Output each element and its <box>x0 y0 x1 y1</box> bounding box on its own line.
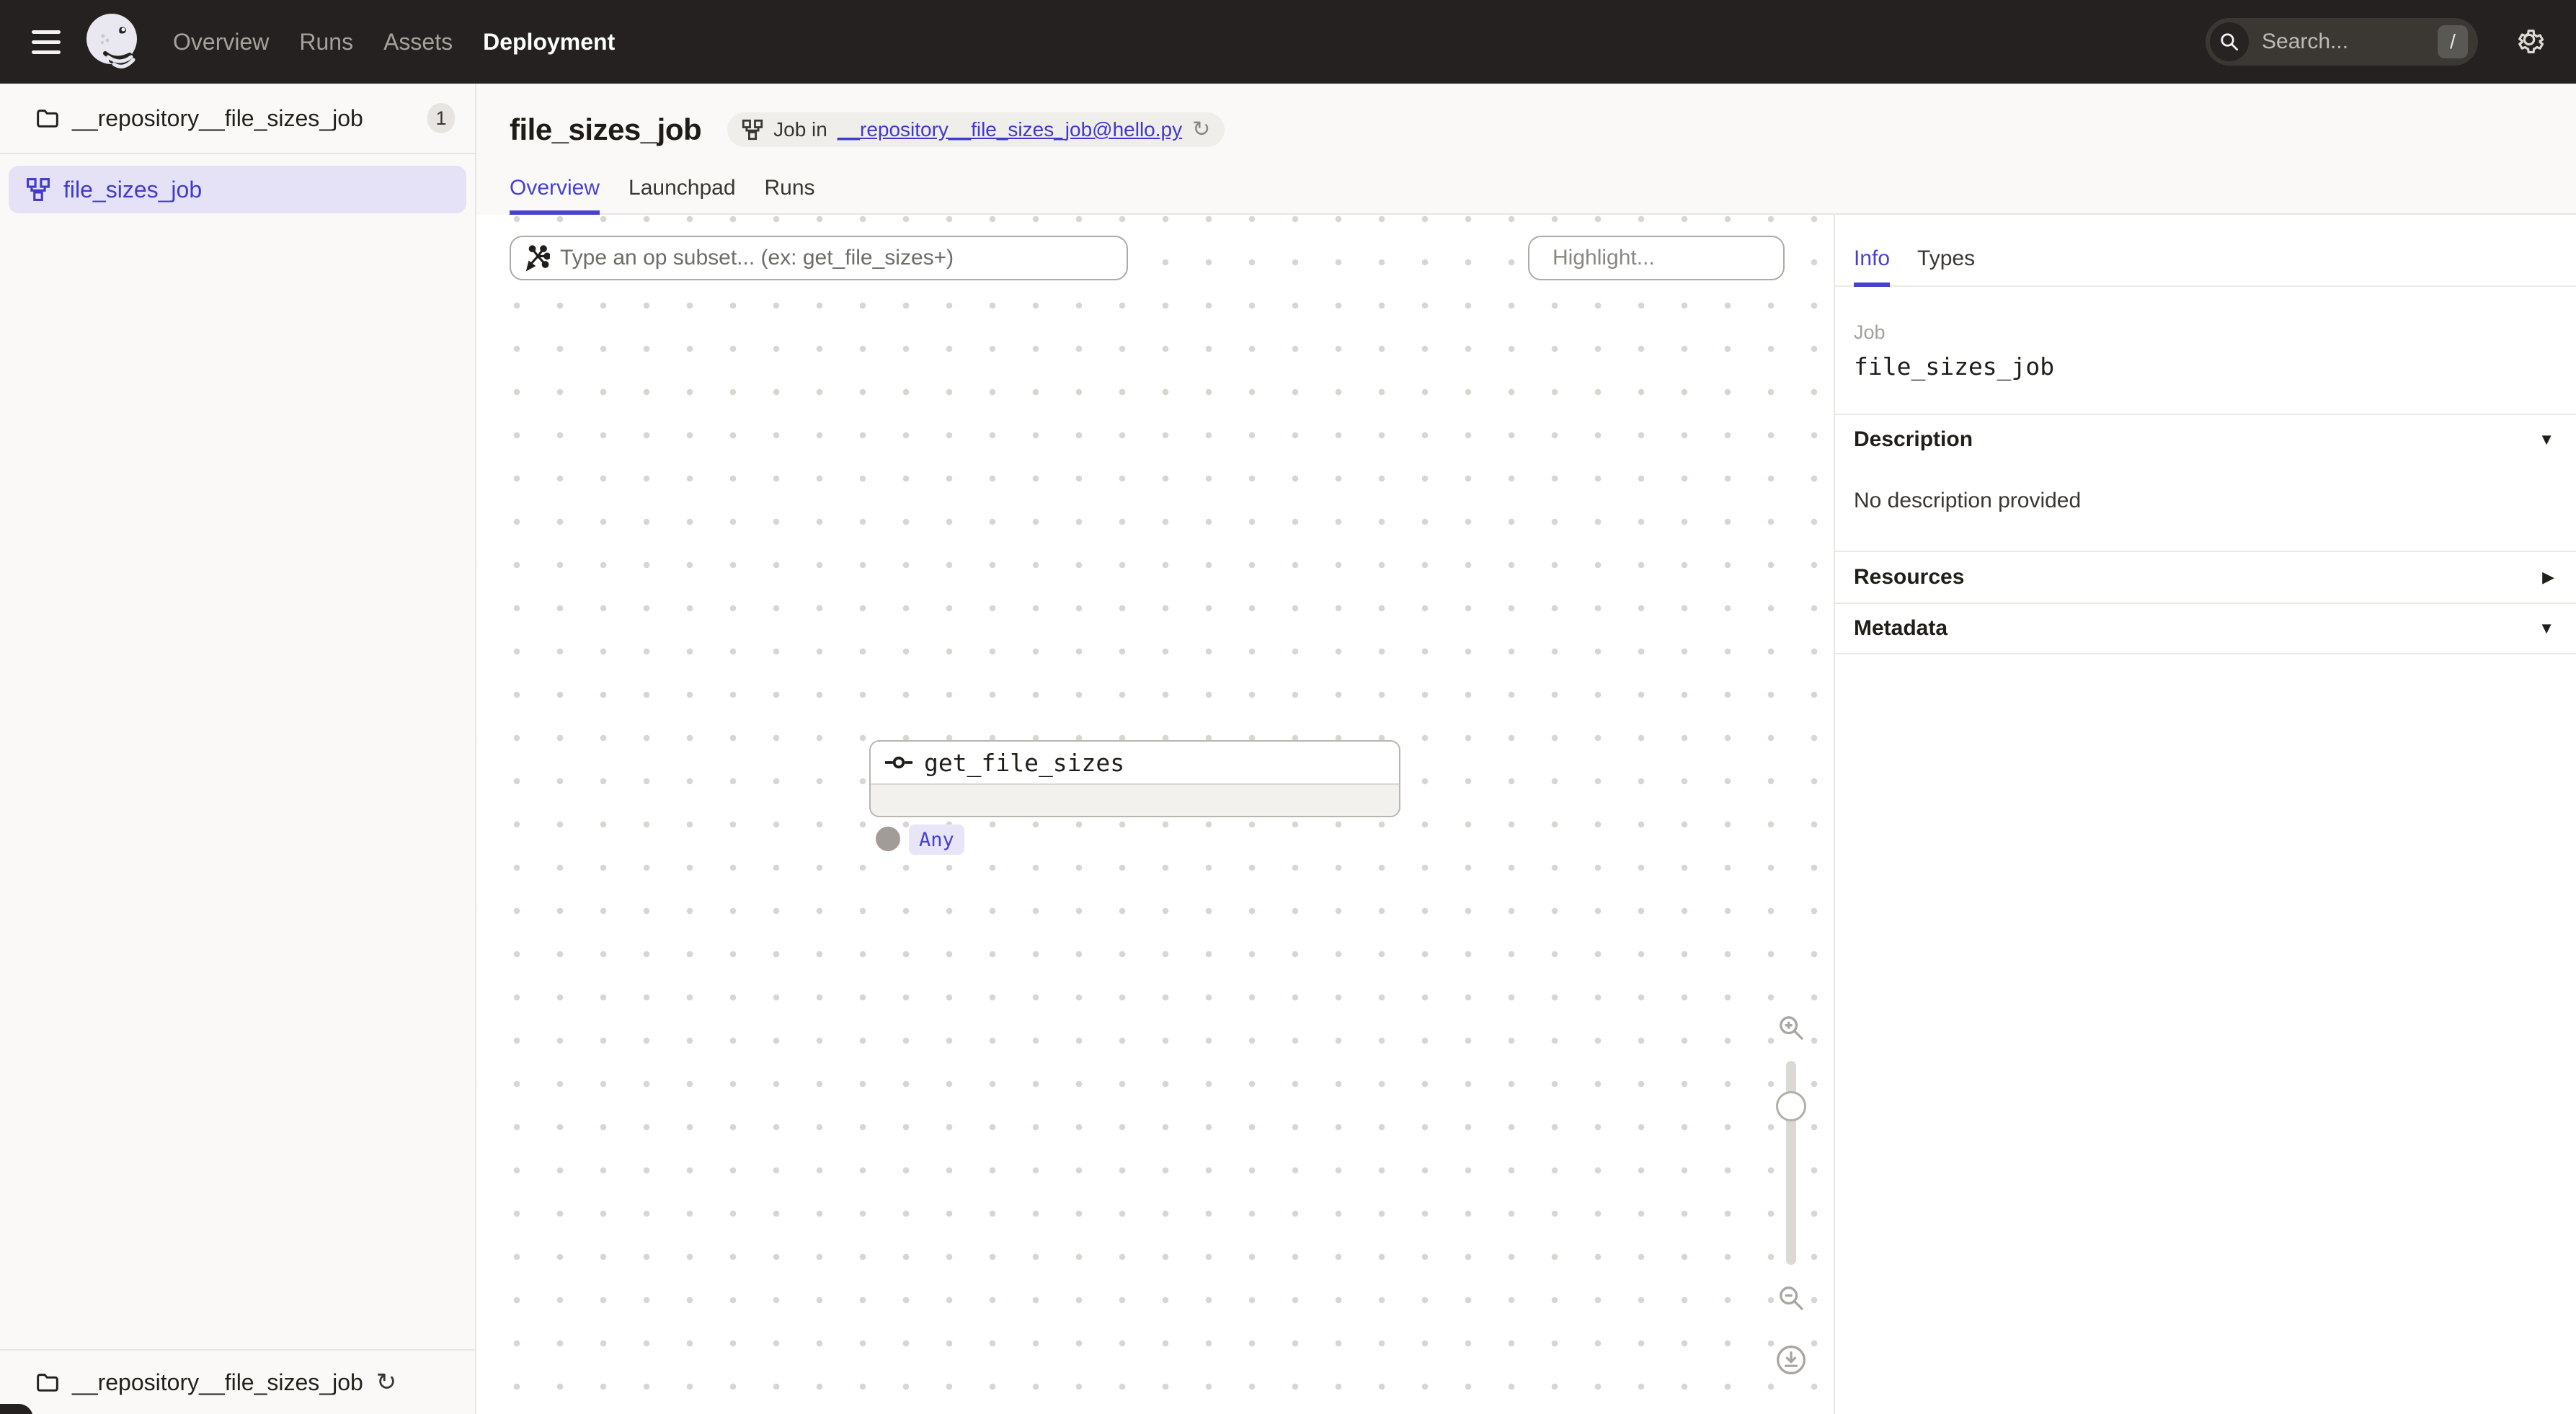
job-count-badge: 1 <box>427 103 455 133</box>
zoom-slider-handle[interactable] <box>1776 1091 1806 1121</box>
zoom-in-icon[interactable] <box>1777 1013 1806 1042</box>
panel-tab-types[interactable]: Types <box>1917 246 1975 285</box>
job-name-value: file_sizes_job <box>1854 352 2557 381</box>
tab-overview[interactable]: Overview <box>510 176 600 213</box>
repository-sidebar: __repository__file_sizes_job 1 file_size… <box>0 84 476 1414</box>
zoom-slider[interactable] <box>1785 1061 1797 1265</box>
section-header-description[interactable]: Description ▼ <box>1835 414 2576 464</box>
op-node-name: get_file_sizes <box>924 749 1124 777</box>
output-type-badge[interactable]: Any <box>909 824 964 855</box>
section-header-metadata[interactable]: Metadata ▼ <box>1835 602 2576 653</box>
search-icon <box>2210 22 2249 61</box>
panel-tab-info[interactable]: Info <box>1854 246 1890 285</box>
settings-gear-icon[interactable] <box>2514 27 2544 57</box>
tab-launchpad[interactable]: Launchpad <box>629 176 735 213</box>
sidebar-job-label: file_sizes_job <box>63 177 202 203</box>
sidebar-footer-repository[interactable]: __repository__file_sizes_job ↻ <box>0 1349 475 1414</box>
info-panel: Info Types Job file_sizes_job Descriptio… <box>1834 215 2576 1414</box>
op-subset-input[interactable] <box>560 246 1114 270</box>
hamburger-menu-icon[interactable] <box>32 30 61 54</box>
section-title: Resources <box>1854 565 1964 590</box>
page-title: file_sizes_job <box>510 112 701 147</box>
nav-item-deployment[interactable]: Deployment <box>483 29 615 55</box>
footer-repository-name: __repository__file_sizes_job <box>72 1369 363 1396</box>
reload-repository-icon[interactable]: ↻ <box>376 1370 397 1395</box>
job-tabs: Overview Launchpad Runs <box>510 176 2576 215</box>
search-shortcut-key: / <box>2438 25 2468 58</box>
op-node-body <box>871 783 1399 816</box>
job-icon <box>26 177 50 202</box>
graph-canvas[interactable]: get_file_sizes Any <box>476 215 1834 1414</box>
section-header-resources[interactable]: Resources ▶ <box>1835 552 2576 602</box>
job-info-block: Job file_sizes_job <box>1835 287 2576 414</box>
op-icon <box>885 756 912 769</box>
caret-down-icon: ▼ <box>2539 619 2554 638</box>
sidebar-repository-header[interactable]: __repository__file_sizes_job 1 <box>0 84 475 154</box>
op-selector-icon <box>524 245 550 271</box>
search-placeholder: Search... <box>2262 30 2438 54</box>
description-content: No description provided <box>1835 464 2576 552</box>
global-search-input[interactable]: Search... / <box>2206 18 2478 66</box>
breadcrumb-prefix: Job in <box>773 118 827 141</box>
nav-item-assets[interactable]: Assets <box>383 29 453 55</box>
nav-item-overview[interactable]: Overview <box>173 29 269 55</box>
nav-item-runs[interactable]: Runs <box>299 29 353 55</box>
job-label: Job <box>1854 321 2557 344</box>
dagster-logo-icon[interactable] <box>84 12 140 72</box>
top-nav-bar: Overview Runs Assets Deployment Search..… <box>0 0 2576 84</box>
job-icon <box>742 119 763 141</box>
metadata-divider <box>1835 653 2576 654</box>
highlight-filter <box>1528 236 1785 280</box>
download-graph-icon[interactable] <box>1775 1344 1807 1376</box>
caret-right-icon: ▶ <box>2542 568 2554 587</box>
breadcrumb: Job in __repository__file_sizes_job@hell… <box>727 112 1225 147</box>
caret-down-icon: ▼ <box>2539 430 2554 449</box>
nav-links: Overview Runs Assets Deployment <box>173 29 615 55</box>
op-output-port[interactable] <box>876 827 900 851</box>
page-header: file_sizes_job Job in __repository__file… <box>476 84 2576 215</box>
folder-icon <box>36 1371 59 1393</box>
op-subset-filter <box>510 236 1128 280</box>
zoom-out-icon[interactable] <box>1777 1284 1806 1312</box>
sidebar-item-file-sizes-job[interactable]: file_sizes_job <box>9 166 466 213</box>
bottom-left-corner-toast <box>0 1404 33 1414</box>
section-title: Metadata <box>1854 616 1947 641</box>
repository-name: __repository__file_sizes_job <box>72 105 427 132</box>
breadcrumb-repo-link[interactable]: __repository__file_sizes_job@hello.py <box>838 118 1182 141</box>
zoom-controls <box>1771 1013 1811 1376</box>
reload-job-icon[interactable]: ↻ <box>1192 119 1210 141</box>
op-node-get-file-sizes[interactable]: get_file_sizes <box>869 740 1400 817</box>
folder-icon <box>36 107 59 129</box>
section-title: Description <box>1854 427 1973 452</box>
panel-tabs: Info Types <box>1835 215 2576 287</box>
tab-runs[interactable]: Runs <box>765 176 815 213</box>
highlight-input[interactable] <box>1553 246 1831 270</box>
